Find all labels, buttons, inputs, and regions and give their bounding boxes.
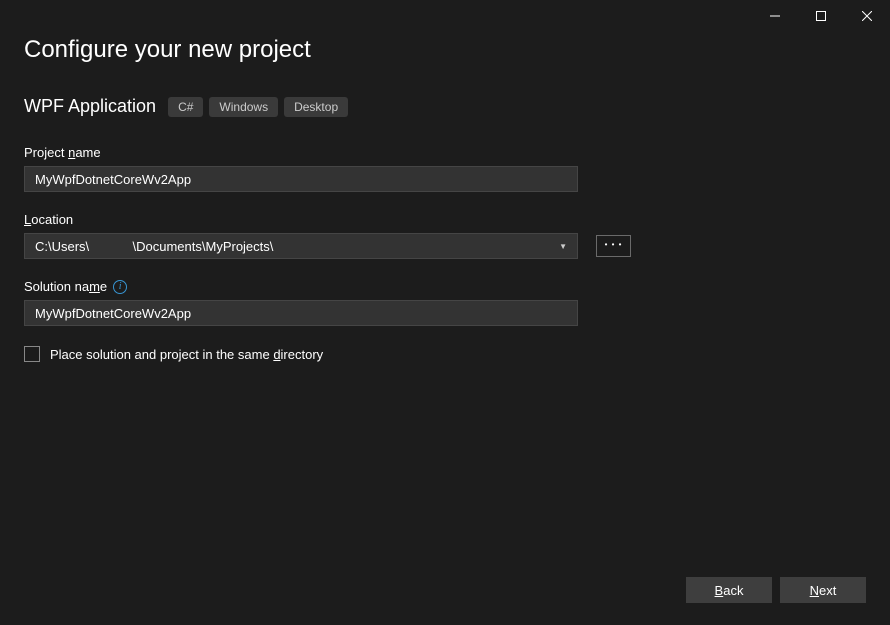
minimize-button[interactable] — [752, 0, 798, 32]
location-label: Location — [24, 212, 866, 227]
footer-buttons: Back Next — [686, 577, 866, 603]
solution-name-group: Solution name i — [24, 279, 866, 326]
same-directory-label: Place solution and project in the same d… — [50, 347, 323, 362]
maximize-button[interactable] — [798, 0, 844, 32]
location-group: Location C:\Users\ \Documents\MyProjects… — [24, 212, 866, 259]
solution-name-input[interactable] — [24, 300, 578, 326]
project-name-group: Project name — [24, 145, 866, 192]
location-value: C:\Users\ \Documents\MyProjects\ — [35, 239, 273, 254]
template-row: WPF Application C# Windows Desktop — [24, 96, 866, 117]
solution-name-label: Solution name i — [24, 279, 866, 294]
content-area: Configure your new project WPF Applicati… — [0, 32, 890, 362]
location-dropdown[interactable]: C:\Users\ \Documents\MyProjects\ ▼ — [24, 233, 578, 259]
close-icon — [862, 11, 872, 21]
same-directory-row: Place solution and project in the same d… — [24, 346, 866, 362]
close-button[interactable] — [844, 0, 890, 32]
next-button[interactable]: Next — [780, 577, 866, 603]
info-icon[interactable]: i — [113, 280, 127, 294]
browse-button[interactable]: • • • — [596, 235, 631, 257]
location-row: C:\Users\ \Documents\MyProjects\ ▼ • • • — [24, 233, 866, 259]
chevron-down-icon: ▼ — [559, 242, 567, 251]
template-name: WPF Application — [24, 96, 156, 117]
tag-desktop: Desktop — [284, 97, 348, 117]
titlebar — [0, 0, 890, 32]
back-button[interactable]: Back — [686, 577, 772, 603]
tag-csharp: C# — [168, 97, 203, 117]
project-name-input[interactable] — [24, 166, 578, 192]
page-title: Configure your new project — [24, 36, 866, 64]
maximize-icon — [816, 11, 826, 21]
minimize-icon — [770, 11, 780, 21]
same-directory-checkbox[interactable] — [24, 346, 40, 362]
tags-container: C# Windows Desktop — [168, 97, 348, 117]
ellipsis-icon: • • • — [605, 240, 623, 249]
tag-windows: Windows — [209, 97, 278, 117]
project-name-label: Project name — [24, 145, 866, 160]
